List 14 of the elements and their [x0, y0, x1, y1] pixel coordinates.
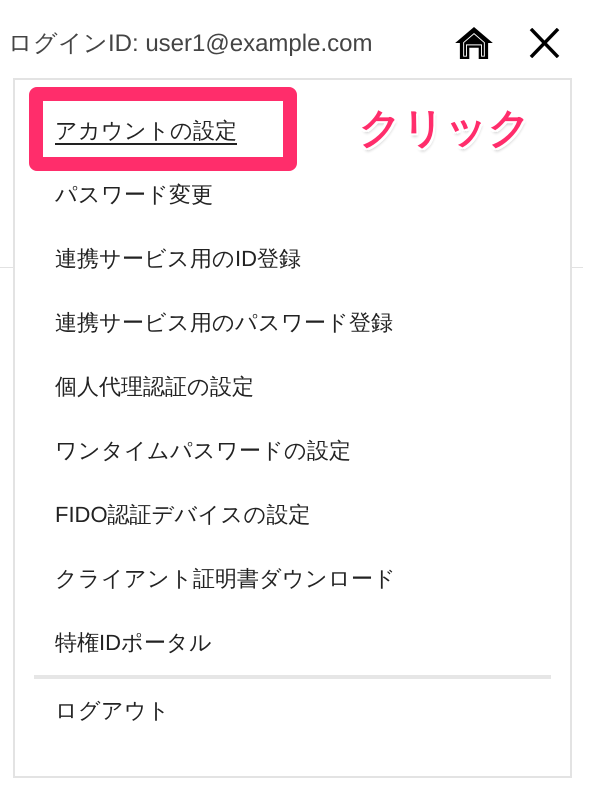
- menu-item[interactable]: クライアント証明書ダウンロード: [55, 564, 396, 594]
- menu-item[interactable]: 個人代理認証の設定: [55, 372, 254, 402]
- menu-item[interactable]: 連携サービス用のパスワード登録: [55, 308, 393, 338]
- menu-item[interactable]: ワンタイムパスワードの設定: [55, 436, 351, 466]
- annotation-label: クリック: [359, 107, 531, 149]
- home-icon[interactable]: [455, 27, 493, 59]
- menu-item[interactable]: アカウントの設定: [55, 116, 237, 146]
- menu-item[interactable]: パスワード変更: [55, 180, 213, 210]
- menu-item[interactable]: 連携サービス用のID登録: [55, 244, 301, 274]
- logout-item[interactable]: ログアウト: [55, 696, 170, 726]
- login-id-text: ログインID: user1@example.com: [8, 29, 374, 59]
- menu-item[interactable]: FIDO認証デバイスの設定: [55, 500, 311, 530]
- menu-item[interactable]: 特権IDポータル: [55, 628, 212, 658]
- close-icon[interactable]: [529, 28, 560, 58]
